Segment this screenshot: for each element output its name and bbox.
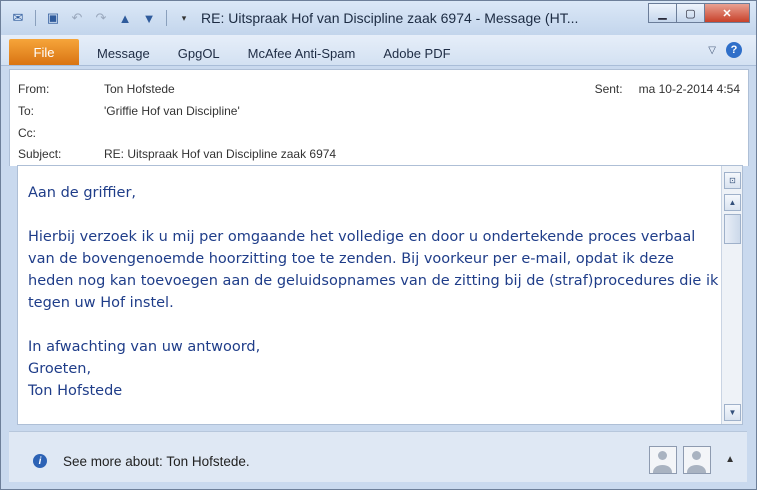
tab-gpgol[interactable]: GpgOL (178, 46, 220, 61)
ruler-toggle-icon[interactable]: ⊡ (724, 172, 741, 189)
scroll-down-button[interactable]: ▼ (724, 404, 741, 421)
ribbon-tabs: File Message GpgOL McAfee Anti-Spam Adob… (1, 35, 756, 66)
chevron-down-icon[interactable]: ▽ (708, 45, 716, 56)
subject-value: RE: Uitspraak Hof van Discipline zaak 69… (104, 147, 337, 161)
info-icon: i (33, 454, 47, 468)
tab-message[interactable]: Message (97, 46, 150, 61)
avatar[interactable] (683, 446, 711, 474)
maximize-button[interactable]: ▢ (676, 3, 705, 23)
tab-adobe-pdf[interactable]: Adobe PDF (383, 46, 450, 61)
scroll-up-button[interactable]: ▲ (724, 194, 741, 211)
window-title: RE: Uitspraak Hof van Discipline zaak 69… (201, 10, 579, 26)
person-icon-body (687, 465, 706, 473)
previous-item-icon[interactable]: ▲ (116, 9, 134, 27)
undo-icon[interactable]: ↶ (68, 9, 86, 27)
from-label: From: (18, 82, 50, 96)
next-item-icon[interactable]: ▼ (140, 9, 158, 27)
person-icon-body (653, 465, 672, 473)
sent-value: ma 10-2-2014 4:54 (638, 82, 740, 96)
mail-icon[interactable]: ✉ (9, 9, 27, 27)
quick-access-toolbar: ✉ ▣ ↶ ↷ ▲ ▼ ▾ (9, 9, 193, 27)
window-controls: ▁ ▢ ✕ (648, 3, 750, 23)
from-value[interactable]: Ton Hofstede (104, 82, 175, 96)
divider (166, 10, 167, 26)
help-icon[interactable]: ? (726, 42, 742, 58)
close-button[interactable]: ✕ (704, 3, 750, 23)
to-label: To: (18, 104, 35, 118)
body-greeting: Aan de griffier, (28, 185, 137, 201)
customize-toolbar-icon[interactable]: ▾ (175, 9, 193, 27)
divider (35, 10, 36, 26)
tab-list: Message GpgOL McAfee Anti-Spam Adobe PDF (97, 46, 479, 61)
sent-row: Sent: ma 10-2-2014 4:54 (595, 82, 740, 96)
body-closing-2: Groeten, (28, 361, 92, 377)
cc-label: Cc: (18, 126, 36, 140)
sent-label: Sent: (594, 82, 623, 96)
file-tab[interactable]: File (9, 39, 79, 65)
tab-mcafee-anti-spam[interactable]: McAfee Anti-Spam (248, 46, 356, 61)
save-icon[interactable]: ▣ (44, 9, 62, 27)
redo-icon[interactable]: ↷ (92, 9, 110, 27)
body-signature: Ton Hofstede (28, 383, 123, 399)
avatar[interactable] (649, 446, 677, 474)
body-paragraph: Hierbij verzoek ik u mij per omgaande he… (28, 229, 719, 311)
to-value[interactable]: 'Griffie Hof van Discipline' (104, 104, 240, 118)
body-closing-1: In afwachting van uw antwoord, (28, 339, 261, 355)
people-pane: i See more about: Ton Hofstede. ▲ (9, 431, 747, 482)
subject-label: Subject: (18, 147, 62, 161)
ribbon-controls: ▽ ? (708, 42, 742, 58)
person-icon (658, 451, 667, 460)
message-body[interactable]: Aan de griffier, Hierbij verzoek ik u mi… (17, 165, 743, 425)
vertical-scrollbar[interactable]: ⊡ ▲ ▼ (721, 166, 742, 424)
title-bar: ✉ ▣ ↶ ↷ ▲ ▼ ▾ RE: Uitspraak Hof van Disc… (1, 1, 756, 35)
person-icon (692, 451, 701, 460)
message-header: From: Ton Hofstede To: 'Griffie Hof van … (9, 69, 749, 166)
see-more-text[interactable]: See more about: Ton Hofstede. (63, 454, 250, 469)
scrollbar-thumb[interactable] (724, 214, 741, 244)
minimize-button[interactable]: ▁ (648, 3, 677, 23)
expand-people-pane-icon[interactable]: ▲ (725, 454, 735, 465)
message-body-text: Aan de griffier, Hierbij verzoek ik u mi… (28, 182, 720, 402)
outlook-message-window: ✉ ▣ ↶ ↷ ▲ ▼ ▾ RE: Uitspraak Hof van Disc… (0, 0, 757, 490)
